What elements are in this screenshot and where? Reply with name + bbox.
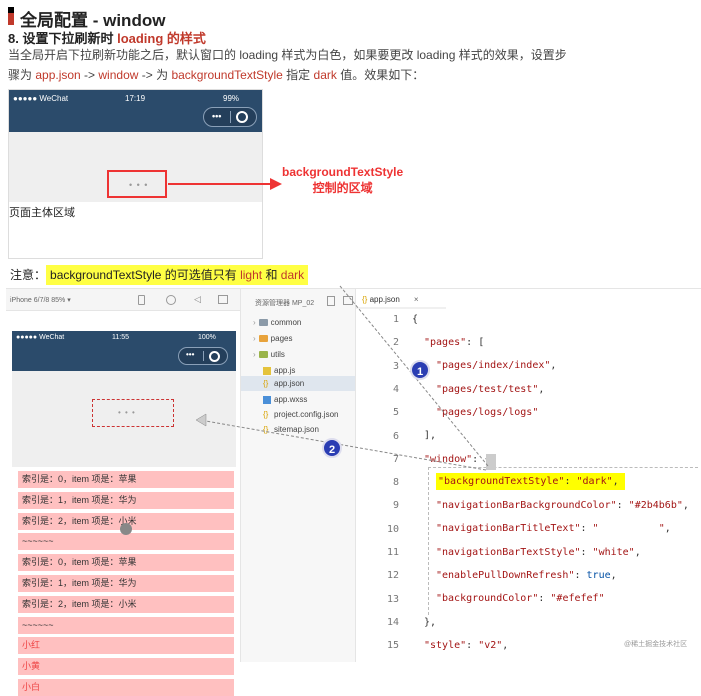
list-item: 小白 (18, 679, 234, 696)
connector-arrows (195, 285, 489, 471)
step-badge-2: 2 (322, 438, 342, 458)
step-badge-1: 1 (410, 360, 430, 380)
